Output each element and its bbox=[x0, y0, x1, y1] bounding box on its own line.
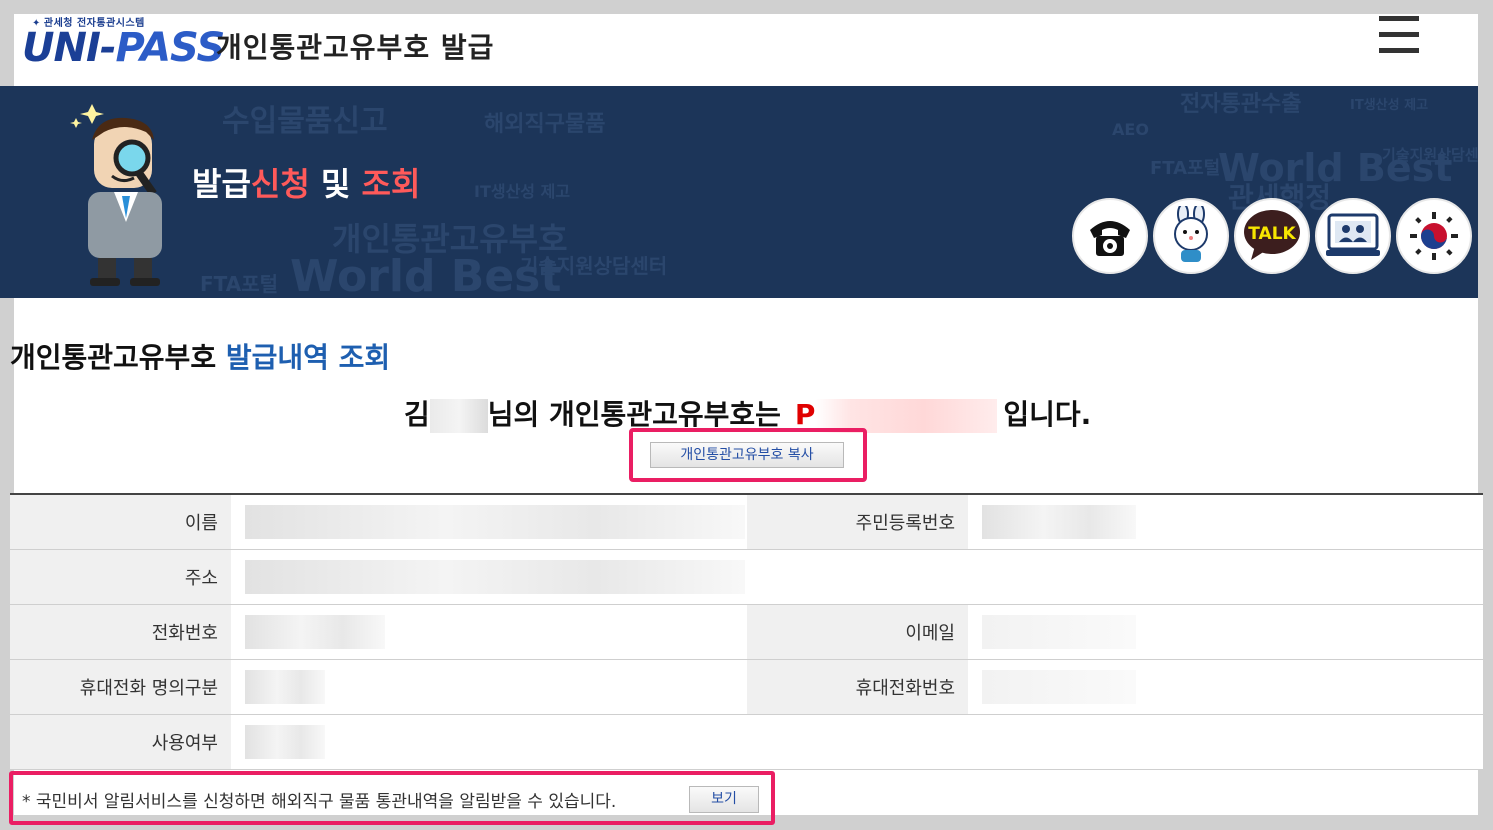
label-address: 주소 bbox=[10, 549, 231, 605]
value-phone bbox=[231, 604, 747, 660]
value-resident-number bbox=[968, 494, 1483, 550]
value-mobile-ownership bbox=[231, 659, 747, 715]
value-address bbox=[231, 549, 1483, 605]
kakaotalk-icon[interactable]: TALK bbox=[1234, 198, 1310, 274]
magnifier-mascot-icon bbox=[70, 104, 162, 286]
label-resident-number: 주민등록번호 bbox=[747, 494, 968, 550]
kakaotalk-label: TALK bbox=[1248, 224, 1296, 244]
personal-customs-code: P bbox=[795, 398, 998, 433]
notice-text: * 국민비서 알림서비스를 신청하면 해외직구 물품 통관내역을 알림받을 수 … bbox=[22, 792, 617, 812]
value-name bbox=[231, 494, 747, 550]
label-mobile-number: 휴대전화번호 bbox=[747, 659, 968, 715]
page-title: 개인통관고유부호 발급 bbox=[216, 31, 495, 64]
copy-code-button[interactable]: 개인통관고유부호 복사 bbox=[650, 442, 844, 468]
issuance-details-table: 이름 주민등록번호 주소 전화번호 이메일 휴대전화 명의구분 휴대전화번호 사… bbox=[10, 493, 1483, 770]
label-phone: 전화번호 bbox=[10, 604, 231, 660]
label-name: 이름 bbox=[10, 494, 231, 550]
label-email: 이메일 bbox=[747, 604, 968, 660]
banner-title: 발급신청 및 조회 bbox=[192, 165, 421, 203]
view-button[interactable]: 보기 bbox=[689, 786, 759, 813]
table-row: 주소 bbox=[10, 549, 1483, 605]
government-emblem-icon[interactable] bbox=[1396, 198, 1472, 274]
table-row: 전화번호 이메일 bbox=[10, 604, 1483, 660]
table-row: 이름 주민등록번호 bbox=[10, 494, 1483, 550]
mascot-chat-icon[interactable] bbox=[1153, 198, 1229, 274]
page: ✦ 관세청 전자통관시스템 UNI-PASS 개인통관고유부호 발급 수입물품신고… bbox=[0, 0, 1493, 830]
value-mobile-number bbox=[968, 659, 1483, 715]
section-title: 개인통관고유부호 발급내역 조회 bbox=[10, 341, 391, 374]
menu-icon[interactable] bbox=[1379, 16, 1419, 53]
table-row: 휴대전화 명의구분 휴대전화번호 bbox=[10, 659, 1483, 715]
name-redacted bbox=[429, 399, 488, 433]
table-row: 사용여부 bbox=[10, 714, 1483, 770]
label-usage-status: 사용여부 bbox=[10, 714, 231, 770]
phone-icon[interactable] bbox=[1072, 198, 1148, 274]
value-usage-status bbox=[231, 714, 1483, 770]
remote-support-icon[interactable] bbox=[1315, 198, 1391, 274]
label-mobile-ownership: 휴대전화 명의구분 bbox=[10, 659, 231, 715]
issued-code-message: 김 님의 개인통관고유부호는 P 입니다. bbox=[404, 398, 1092, 433]
value-email bbox=[968, 604, 1483, 660]
header: ✦ 관세청 전자통관시스템 UNI-PASS 개인통관고유부호 발급 bbox=[14, 14, 1478, 86]
unipass-logo[interactable]: UNI-PASS bbox=[22, 24, 225, 72]
